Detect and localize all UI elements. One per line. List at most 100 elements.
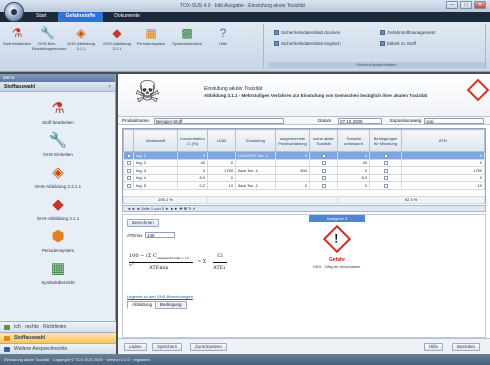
- cell-cond[interactable]: [369, 166, 402, 175]
- column-header[interactable]: Konzentration Ci (%): [177, 129, 208, 152]
- row-checkbox[interactable]: [123, 173, 134, 182]
- tab-bedingung[interactable]: Bedingung: [155, 301, 187, 309]
- sidebar-nav-stoffauswahl[interactable]: Stoffauswahl: [0, 332, 116, 343]
- cell-cond[interactable]: [369, 158, 402, 167]
- date-label: Datum: [318, 118, 332, 123]
- cell-nontox[interactable]: [309, 166, 338, 175]
- tab-dokumente[interactable]: Dokumente: [106, 12, 148, 22]
- column-header[interactable]: Inhaltsstoff: [133, 129, 178, 152]
- date-field[interactable]: 07.10.2009: [338, 118, 382, 124]
- cell-class[interactable]: LD50/ATE Tox. 2: [235, 151, 276, 160]
- sidebar-item-ghs-einheiten[interactable]: 🔧 GHS Einheiten: [0, 132, 116, 157]
- cell-unk: 0: [337, 151, 370, 160]
- close-button[interactable]: ✕: [474, 1, 486, 9]
- table-pager[interactable]: ◄◄ ◄ Zeile 1 von 5 ► ►► ✚ ✖ ✎ ✔: [122, 205, 486, 212]
- table-row[interactable]: Ing. 2 40 0 40 0: [123, 158, 485, 167]
- cell-nontox[interactable]: [309, 151, 338, 160]
- berechnen-button[interactable]: Berechnen: [127, 219, 159, 227]
- cell-ld50[interactable]: [207, 151, 236, 160]
- speichern-button[interactable]: Speichern: [152, 343, 183, 351]
- quick-label: Sicherheitsdatenblatt drucken: [281, 30, 341, 35]
- cell-ld50[interactable]: 10: [207, 181, 236, 190]
- sidebar-close-icon[interactable]: ×: [108, 82, 111, 92]
- cell-cond[interactable]: [369, 151, 402, 160]
- sidebar-item-ghs-abbildung-311[interactable]: ◆ GHS-Abbildung 3.1.1: [0, 196, 116, 221]
- cell-ld50[interactable]: 0: [207, 158, 236, 167]
- ghs-rechner-button[interactable]: 🔧 GHS-Beh. Einstufungsrechner: [32, 24, 66, 51]
- ribbon-button-label: Periodensystem: [136, 41, 166, 46]
- route-select[interactable]: oral: [424, 118, 484, 124]
- sidebar-item-periodensystem[interactable]: ⬢ Periodensystem: [0, 228, 116, 253]
- sdb-englisch-button[interactable]: Sicherheitsdatenblatt englisch: [274, 41, 341, 46]
- cell-conc[interactable]: 0: [177, 151, 208, 160]
- cell-class[interactable]: Akut Tox. 4: [235, 166, 276, 175]
- tab-gefahrstoffe[interactable]: Gefahrstoffe: [57, 12, 104, 22]
- hilfe-button[interactable]: ? Hilfe: [208, 24, 238, 46]
- column-header[interactable]: LD50: [207, 129, 236, 152]
- column-header[interactable]: umgerechnete Punktschätzung: [275, 129, 310, 152]
- cell-conc[interactable]: 0: [177, 166, 208, 175]
- table-row[interactable]: Ing. 5 0,2 10 Akut Tox. 2 0 0 10: [123, 181, 485, 190]
- wrench-icon: 🔧: [40, 26, 55, 40]
- ghs-abbildung-1-button[interactable]: ◈ GHS-Abbildung 3.1.1: [66, 24, 96, 51]
- beenden-button[interactable]: Beenden: [452, 343, 481, 351]
- maximize-button[interactable]: □: [460, 1, 472, 9]
- cell-cond[interactable]: [369, 173, 402, 182]
- etikett-button[interactable]: Etikett zu Stoff: [380, 41, 416, 46]
- cell-ld50[interactable]: 0: [207, 173, 236, 182]
- cell-class[interactable]: [235, 173, 276, 182]
- ribbon-button-label: GHS-Beh. Einstufungsrechner: [32, 41, 67, 51]
- cell-nontox[interactable]: [309, 158, 338, 167]
- cell-nontox[interactable]: [309, 181, 338, 190]
- sidebar-nav-ansprechrechte[interactable]: Weitere Ansprechrechte: [0, 343, 116, 354]
- column-header[interactable]: Einstufung: [235, 129, 276, 152]
- row-checkbox[interactable]: [123, 158, 134, 167]
- ate-formula: 100 − (Σ Cunbekannt falls > 10 %) ATEmix…: [129, 253, 247, 283]
- cell-conc[interactable]: 40: [177, 158, 208, 167]
- app-menu-orb[interactable]: [4, 2, 24, 22]
- sdb-drucken-button[interactable]: Sicherheitsdatenblatt drucken: [274, 30, 340, 35]
- symboluebersicht-button[interactable]: ▩ Symbolübersicht: [172, 24, 202, 46]
- tab-abbildung[interactable]: Abbildung: [127, 301, 158, 309]
- legend-link[interactable]: Legende zu den GHS-Berechnungen: [127, 294, 193, 299]
- laden-button[interactable]: Laden: [124, 343, 147, 351]
- periodensystem-button[interactable]: ▦ Periodensystem: [136, 24, 166, 46]
- row-checkbox[interactable]: [123, 181, 134, 190]
- table-row[interactable]: Ing. 1 0 LD50/ATE Tox. 2 0 0 0: [123, 151, 485, 160]
- stoff-bearbeiten-button[interactable]: ⚗ Stoff bearbeiten: [2, 24, 32, 46]
- ate-mix-field[interactable]: 146: [145, 232, 175, 238]
- document-icon: [274, 30, 279, 35]
- cell-conc[interactable]: 0,2: [177, 181, 208, 190]
- product-name-field[interactable]: Beispiel-Stoff: [154, 118, 284, 124]
- table-row[interactable]: Ing. 4 8,9 0 8,9 0: [123, 173, 485, 182]
- table-summary-row: 190,1 % 92,3 %: [123, 195, 485, 204]
- cell-cond[interactable]: [369, 181, 402, 190]
- minimize-button[interactable]: —: [446, 1, 458, 9]
- tab-start[interactable]: Start: [28, 12, 55, 22]
- sidebar-item-ghs-abbildung-2311[interactable]: ◈ GHS-Abbildung 2.3.1.1: [0, 164, 116, 189]
- window-title: TOX-SUS 4.0 · bild.Ausgabe · Einstufung …: [180, 3, 305, 9]
- column-header[interactable]: ATEi: [401, 129, 485, 152]
- cell-ate: 0: [401, 158, 485, 167]
- cell-nontox[interactable]: [309, 173, 338, 182]
- hilfe-action-button[interactable]: Hilfe: [424, 343, 444, 351]
- row-checkbox[interactable]: [123, 151, 134, 160]
- cell-class[interactable]: Akut Tox. 2: [235, 181, 276, 190]
- sidebar-nav-richtlinien[interactable]: Ich · rechts · Richtlinien: [0, 321, 116, 332]
- sidebar-item-symboluebersicht[interactable]: ▦ Symbolübersicht: [0, 260, 116, 285]
- cell-class[interactable]: [235, 158, 276, 167]
- column-header[interactable]: Toxizität unbekannt: [337, 129, 370, 152]
- column-header[interactable]: keine akute Toxizität: [309, 129, 338, 152]
- table-row[interactable]: Ing. 3 0 1750 Akut Tox. 4 500 0 1750: [123, 166, 485, 175]
- column-header[interactable]: Bedingungen für Mischung: [369, 129, 402, 152]
- row-checkbox[interactable]: [123, 166, 134, 175]
- sidebar-item-stoff-bearbeiten[interactable]: ⚗ Stoff bearbeiten: [0, 100, 116, 125]
- cell-conc[interactable]: 8,9: [177, 173, 208, 182]
- cell-point: 500: [275, 166, 310, 175]
- ghs-abbildung-2-button[interactable]: ◆ GHS-Abbildung 3.1.1: [102, 24, 132, 51]
- gefahrstoffmanagement-button[interactable]: Gefahrstoffmanagement: [380, 30, 435, 35]
- cell-ld50[interactable]: 1750: [207, 166, 236, 175]
- ghs-category: Kategorie 3: [309, 215, 365, 222]
- sidebar-nav-label: Stoffauswahl: [14, 335, 46, 341]
- zuruecksetzen-button[interactable]: Zurücksetzen: [190, 343, 228, 351]
